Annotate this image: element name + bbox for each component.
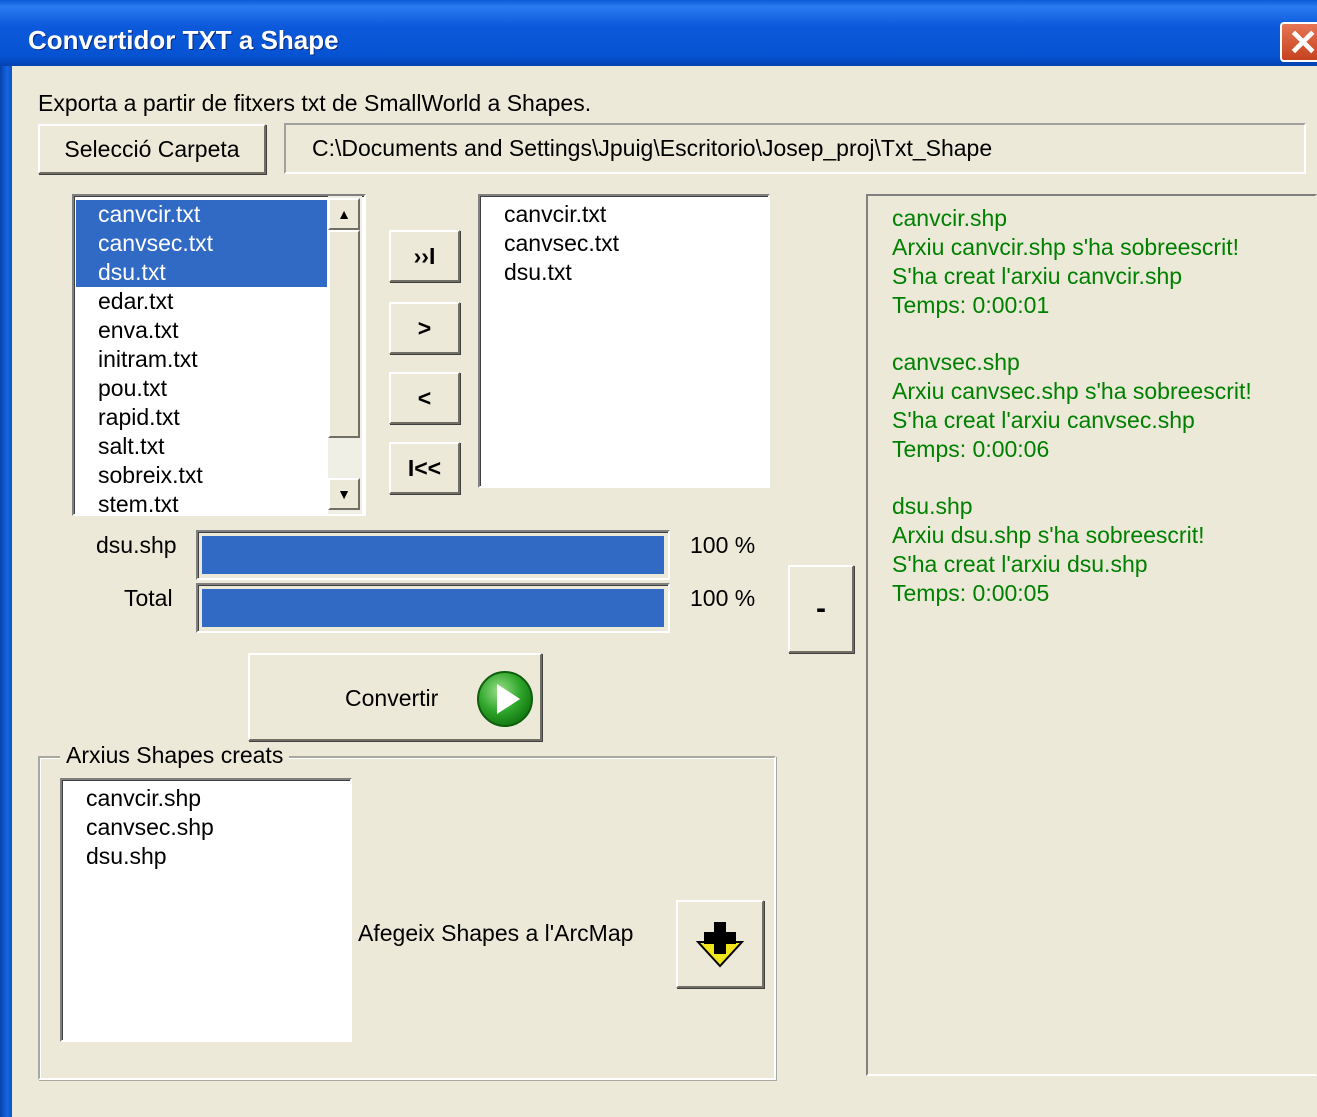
add-layer-icon xyxy=(695,922,745,968)
folder-path-text: C:\Documents and Settings\Jpuig\Escritor… xyxy=(312,135,993,161)
add-all-button[interactable]: ››I xyxy=(389,230,460,282)
total-label: Total xyxy=(124,585,173,611)
play-icon xyxy=(477,671,533,727)
close-button[interactable]: ✕ xyxy=(1280,22,1317,63)
vertical-scrollbar[interactable]: ▲ ▼ xyxy=(328,196,362,514)
scroll-down-arrow-icon[interactable]: ▼ xyxy=(328,478,360,510)
window-border xyxy=(0,66,12,1117)
log-line: Arxiu canvcir.shp s'ha sobreescrit! xyxy=(892,234,1239,260)
log-line: Temps: 0:00:01 xyxy=(892,292,1050,318)
created-shape-item[interactable]: canvsec.shp xyxy=(64,813,350,842)
intro-text: Exporta a partir de fitxers txt de Small… xyxy=(38,90,592,116)
log-line: canvsec.shp xyxy=(892,349,1020,375)
source-list-item[interactable]: enva.txt xyxy=(76,316,327,345)
source-list-item[interactable]: edar.txt xyxy=(76,287,327,316)
total-percent: 100 % xyxy=(690,585,756,611)
target-file-list[interactable]: canvcir.txt canvsec.txt dsu.txt xyxy=(478,194,770,488)
source-list-item[interactable]: stem.txt xyxy=(76,490,327,514)
add-selected-button[interactable]: > xyxy=(389,302,460,354)
created-shape-item[interactable]: canvcir.shp xyxy=(64,784,350,813)
title-bar[interactable]: Convertidor TXT a Shape ✕ xyxy=(0,0,1317,66)
log-line: Temps: 0:00:06 xyxy=(892,436,1050,462)
source-list-item[interactable]: salt.txt xyxy=(76,432,327,461)
current-percent: 100 % xyxy=(690,532,756,558)
close-icon: ✕ xyxy=(1288,22,1317,63)
log-line: Arxiu dsu.shp s'ha sobreescrit! xyxy=(892,522,1205,548)
select-folder-button[interactable]: Selecció Carpeta xyxy=(38,124,266,174)
source-list-item[interactable]: initram.txt xyxy=(76,345,327,374)
source-list-item[interactable]: dsu.txt xyxy=(76,258,327,287)
convert-button[interactable]: Convertir xyxy=(248,653,542,741)
log-line: S'ha creat l'arxiu canvsec.shp xyxy=(892,407,1195,433)
target-list-item[interactable]: canvsec.txt xyxy=(482,229,768,258)
log-line: S'ha creat l'arxiu canvcir.shp xyxy=(892,263,1183,289)
created-shapes-list[interactable]: canvcir.shp canvsec.shp dsu.shp xyxy=(60,778,352,1042)
source-list-item[interactable]: rapid.txt xyxy=(76,403,327,432)
log-line: Temps: 0:00:05 xyxy=(892,580,1050,606)
current-progress-bar xyxy=(196,530,670,580)
collapse-log-button[interactable]: - xyxy=(788,565,854,653)
log-line: canvcir.shp xyxy=(892,205,1008,231)
source-list-item[interactable]: canvcir.txt xyxy=(76,200,327,229)
total-progress-fill xyxy=(202,589,664,627)
source-list-item[interactable]: canvsec.txt xyxy=(76,229,327,258)
log-line: Arxiu canvsec.shp s'ha sobreescrit! xyxy=(892,378,1252,404)
folder-path-field: C:\Documents and Settings\Jpuig\Escritor… xyxy=(284,123,1306,174)
current-file-label: dsu.shp xyxy=(96,532,177,558)
log-line: dsu.shp xyxy=(892,493,973,519)
scrollbar-thumb[interactable] xyxy=(328,230,360,438)
conversion-log: canvcir.shp Arxiu canvcir.shp s'ha sobree… xyxy=(866,194,1317,1076)
add-shapes-label: Afegeix Shapes a l'ArcMap xyxy=(358,920,634,946)
scroll-up-arrow-icon[interactable]: ▲ xyxy=(328,198,360,230)
convert-button-label: Convertir xyxy=(345,685,439,711)
window-title: Convertidor TXT a Shape xyxy=(28,25,339,55)
log-line: S'ha creat l'arxiu dsu.shp xyxy=(892,551,1148,577)
current-progress-fill xyxy=(202,536,664,574)
remove-all-button[interactable]: I<< xyxy=(389,442,460,494)
total-progress-bar xyxy=(196,583,670,633)
source-list-item[interactable]: pou.txt xyxy=(76,374,327,403)
target-list-item[interactable]: dsu.txt xyxy=(482,258,768,287)
created-shape-item[interactable]: dsu.shp xyxy=(64,842,350,871)
app-window: Convertidor TXT a Shape ✕ Exporta a part… xyxy=(0,0,1317,1117)
add-shapes-button[interactable] xyxy=(676,900,764,988)
source-file-list[interactable]: canvcir.txt canvsec.txt dsu.txt edar.txt env… xyxy=(72,194,366,516)
created-shapes-group-title: Arxius Shapes creats xyxy=(60,742,290,769)
target-list-item[interactable]: canvcir.txt xyxy=(482,200,768,229)
remove-selected-button[interactable]: < xyxy=(389,372,460,424)
source-list-item[interactable]: sobreix.txt xyxy=(76,461,327,490)
